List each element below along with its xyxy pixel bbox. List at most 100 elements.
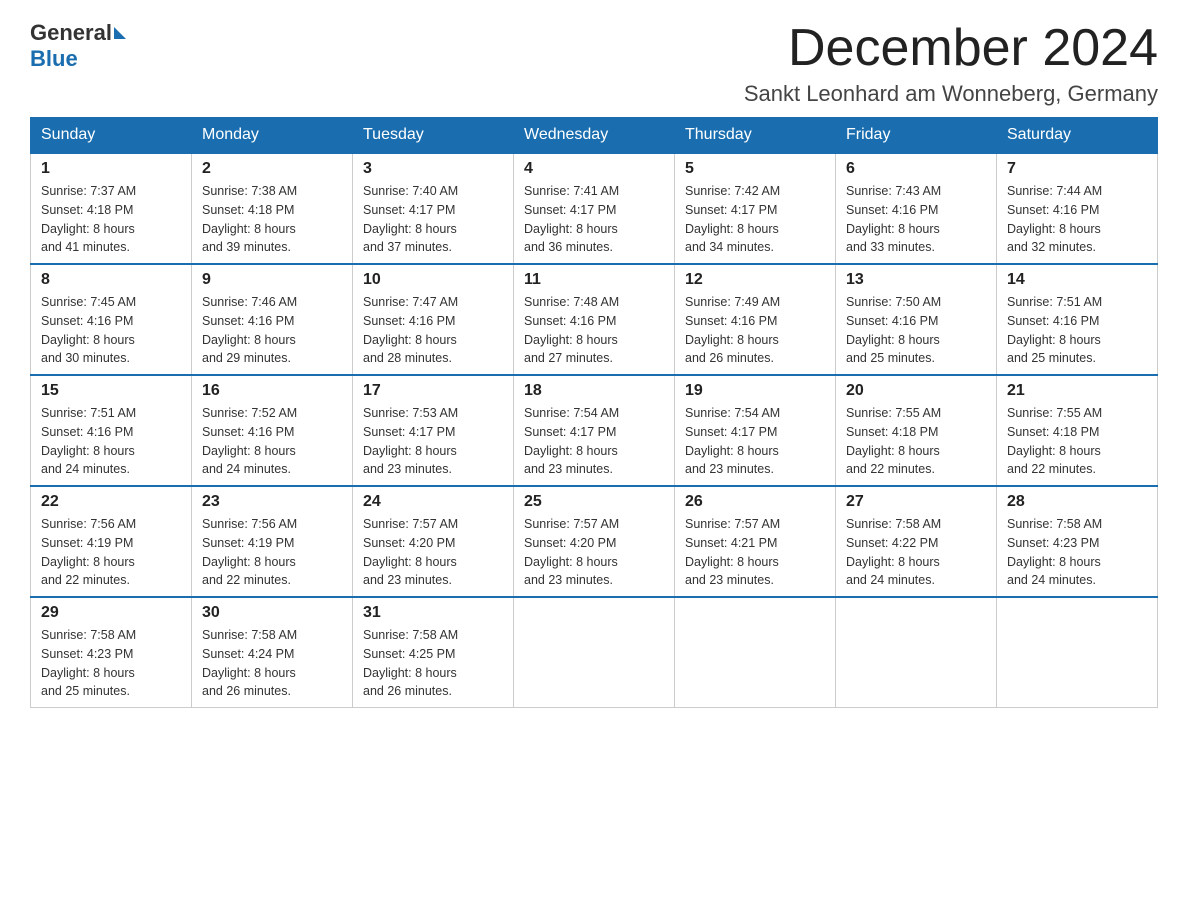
day-info: Sunrise: 7:46 AM Sunset: 4:16 PM Dayligh… (202, 293, 342, 368)
day-info: Sunrise: 7:44 AM Sunset: 4:16 PM Dayligh… (1007, 182, 1147, 257)
page-header: General Blue December 2024 Sankt Leonhar… (30, 20, 1158, 107)
header-friday: Friday (836, 118, 997, 154)
day-number: 5 (685, 160, 825, 178)
week-row-5: 29 Sunrise: 7:58 AM Sunset: 4:23 PM Dayl… (31, 597, 1158, 708)
day-info: Sunrise: 7:38 AM Sunset: 4:18 PM Dayligh… (202, 182, 342, 257)
day-info: Sunrise: 7:55 AM Sunset: 4:18 PM Dayligh… (1007, 404, 1147, 479)
week-row-4: 22 Sunrise: 7:56 AM Sunset: 4:19 PM Dayl… (31, 486, 1158, 597)
table-row: 20 Sunrise: 7:55 AM Sunset: 4:18 PM Dayl… (836, 375, 997, 486)
day-number: 27 (846, 493, 986, 511)
day-number: 12 (685, 271, 825, 289)
table-row: 8 Sunrise: 7:45 AM Sunset: 4:16 PM Dayli… (31, 264, 192, 375)
day-info: Sunrise: 7:48 AM Sunset: 4:16 PM Dayligh… (524, 293, 664, 368)
location-title: Sankt Leonhard am Wonneberg, Germany (744, 81, 1158, 107)
table-row: 19 Sunrise: 7:54 AM Sunset: 4:17 PM Dayl… (675, 375, 836, 486)
logo-blue-text: Blue (30, 46, 78, 71)
day-info: Sunrise: 7:57 AM Sunset: 4:20 PM Dayligh… (524, 515, 664, 590)
header-wednesday: Wednesday (514, 118, 675, 154)
day-info: Sunrise: 7:54 AM Sunset: 4:17 PM Dayligh… (524, 404, 664, 479)
day-number: 15 (41, 382, 181, 400)
table-row: 5 Sunrise: 7:42 AM Sunset: 4:17 PM Dayli… (675, 153, 836, 264)
day-number: 2 (202, 160, 342, 178)
week-row-2: 8 Sunrise: 7:45 AM Sunset: 4:16 PM Dayli… (31, 264, 1158, 375)
header-tuesday: Tuesday (353, 118, 514, 154)
header-thursday: Thursday (675, 118, 836, 154)
table-row: 15 Sunrise: 7:51 AM Sunset: 4:16 PM Dayl… (31, 375, 192, 486)
day-number: 13 (846, 271, 986, 289)
header-monday: Monday (192, 118, 353, 154)
calendar-header-row: Sunday Monday Tuesday Wednesday Thursday… (31, 118, 1158, 154)
day-number: 23 (202, 493, 342, 511)
day-number: 10 (363, 271, 503, 289)
table-row (836, 597, 997, 708)
day-number: 17 (363, 382, 503, 400)
table-row: 21 Sunrise: 7:55 AM Sunset: 4:18 PM Dayl… (997, 375, 1158, 486)
table-row: 17 Sunrise: 7:53 AM Sunset: 4:17 PM Dayl… (353, 375, 514, 486)
day-info: Sunrise: 7:50 AM Sunset: 4:16 PM Dayligh… (846, 293, 986, 368)
day-info: Sunrise: 7:58 AM Sunset: 4:25 PM Dayligh… (363, 626, 503, 701)
day-info: Sunrise: 7:51 AM Sunset: 4:16 PM Dayligh… (41, 404, 181, 479)
day-info: Sunrise: 7:56 AM Sunset: 4:19 PM Dayligh… (202, 515, 342, 590)
day-info: Sunrise: 7:52 AM Sunset: 4:16 PM Dayligh… (202, 404, 342, 479)
day-number: 7 (1007, 160, 1147, 178)
table-row (675, 597, 836, 708)
calendar-table: Sunday Monday Tuesday Wednesday Thursday… (30, 117, 1158, 708)
table-row: 11 Sunrise: 7:48 AM Sunset: 4:16 PM Dayl… (514, 264, 675, 375)
day-number: 21 (1007, 382, 1147, 400)
day-info: Sunrise: 7:58 AM Sunset: 4:23 PM Dayligh… (41, 626, 181, 701)
table-row: 29 Sunrise: 7:58 AM Sunset: 4:23 PM Dayl… (31, 597, 192, 708)
week-row-3: 15 Sunrise: 7:51 AM Sunset: 4:16 PM Dayl… (31, 375, 1158, 486)
day-number: 19 (685, 382, 825, 400)
day-info: Sunrise: 7:57 AM Sunset: 4:21 PM Dayligh… (685, 515, 825, 590)
day-info: Sunrise: 7:56 AM Sunset: 4:19 PM Dayligh… (41, 515, 181, 590)
header-sunday: Sunday (31, 118, 192, 154)
day-info: Sunrise: 7:58 AM Sunset: 4:23 PM Dayligh… (1007, 515, 1147, 590)
day-info: Sunrise: 7:37 AM Sunset: 4:18 PM Dayligh… (41, 182, 181, 257)
day-number: 9 (202, 271, 342, 289)
day-number: 31 (363, 604, 503, 622)
day-info: Sunrise: 7:58 AM Sunset: 4:24 PM Dayligh… (202, 626, 342, 701)
day-number: 3 (363, 160, 503, 178)
table-row: 18 Sunrise: 7:54 AM Sunset: 4:17 PM Dayl… (514, 375, 675, 486)
table-row: 27 Sunrise: 7:58 AM Sunset: 4:22 PM Dayl… (836, 486, 997, 597)
day-number: 29 (41, 604, 181, 622)
day-info: Sunrise: 7:58 AM Sunset: 4:22 PM Dayligh… (846, 515, 986, 590)
day-number: 26 (685, 493, 825, 511)
day-info: Sunrise: 7:54 AM Sunset: 4:17 PM Dayligh… (685, 404, 825, 479)
table-row: 12 Sunrise: 7:49 AM Sunset: 4:16 PM Dayl… (675, 264, 836, 375)
table-row: 22 Sunrise: 7:56 AM Sunset: 4:19 PM Dayl… (31, 486, 192, 597)
header-saturday: Saturday (997, 118, 1158, 154)
table-row: 9 Sunrise: 7:46 AM Sunset: 4:16 PM Dayli… (192, 264, 353, 375)
table-row: 24 Sunrise: 7:57 AM Sunset: 4:20 PM Dayl… (353, 486, 514, 597)
logo-general-text: General (30, 20, 112, 46)
table-row (997, 597, 1158, 708)
table-row: 6 Sunrise: 7:43 AM Sunset: 4:16 PM Dayli… (836, 153, 997, 264)
table-row: 7 Sunrise: 7:44 AM Sunset: 4:16 PM Dayli… (997, 153, 1158, 264)
table-row: 25 Sunrise: 7:57 AM Sunset: 4:20 PM Dayl… (514, 486, 675, 597)
logo-triangle-icon (114, 27, 126, 39)
day-number: 14 (1007, 271, 1147, 289)
day-number: 24 (363, 493, 503, 511)
day-info: Sunrise: 7:57 AM Sunset: 4:20 PM Dayligh… (363, 515, 503, 590)
day-info: Sunrise: 7:55 AM Sunset: 4:18 PM Dayligh… (846, 404, 986, 479)
day-info: Sunrise: 7:42 AM Sunset: 4:17 PM Dayligh… (685, 182, 825, 257)
table-row: 10 Sunrise: 7:47 AM Sunset: 4:16 PM Dayl… (353, 264, 514, 375)
logo: General Blue (30, 20, 128, 72)
day-info: Sunrise: 7:41 AM Sunset: 4:17 PM Dayligh… (524, 182, 664, 257)
table-row: 30 Sunrise: 7:58 AM Sunset: 4:24 PM Dayl… (192, 597, 353, 708)
title-section: December 2024 Sankt Leonhard am Wonneber… (744, 20, 1158, 107)
day-number: 30 (202, 604, 342, 622)
day-info: Sunrise: 7:51 AM Sunset: 4:16 PM Dayligh… (1007, 293, 1147, 368)
table-row: 26 Sunrise: 7:57 AM Sunset: 4:21 PM Dayl… (675, 486, 836, 597)
day-number: 25 (524, 493, 664, 511)
day-info: Sunrise: 7:43 AM Sunset: 4:16 PM Dayligh… (846, 182, 986, 257)
day-number: 8 (41, 271, 181, 289)
table-row: 13 Sunrise: 7:50 AM Sunset: 4:16 PM Dayl… (836, 264, 997, 375)
table-row: 23 Sunrise: 7:56 AM Sunset: 4:19 PM Dayl… (192, 486, 353, 597)
table-row: 28 Sunrise: 7:58 AM Sunset: 4:23 PM Dayl… (997, 486, 1158, 597)
table-row: 2 Sunrise: 7:38 AM Sunset: 4:18 PM Dayli… (192, 153, 353, 264)
table-row: 3 Sunrise: 7:40 AM Sunset: 4:17 PM Dayli… (353, 153, 514, 264)
table-row: 31 Sunrise: 7:58 AM Sunset: 4:25 PM Dayl… (353, 597, 514, 708)
day-number: 11 (524, 271, 664, 289)
day-info: Sunrise: 7:47 AM Sunset: 4:16 PM Dayligh… (363, 293, 503, 368)
